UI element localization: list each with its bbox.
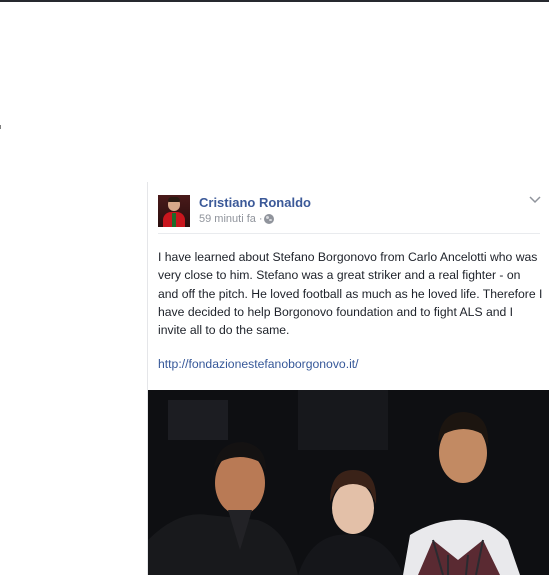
header-divider [158, 233, 540, 234]
top-bar [0, 0, 549, 2]
post-body-text: I have learned about Stefano Borgonovo f… [158, 250, 543, 338]
timestamp-link[interactable]: 59 minuti fa [199, 213, 256, 225]
chevron-down-icon[interactable] [528, 193, 542, 207]
post-photo[interactable] [148, 390, 549, 575]
avatar[interactable] [158, 195, 190, 227]
window-edge-mark [0, 125, 1, 129]
foundation-link[interactable]: http://fondazionestefanoborgonovo.it/ [158, 357, 359, 371]
facebook-post: Cristiano Ronaldo 59 minuti fa · I have l… [147, 182, 549, 575]
author-name-link[interactable]: Cristiano Ronaldo [199, 195, 311, 210]
meta-separator: · [258, 213, 263, 225]
globe-icon[interactable] [264, 214, 274, 224]
post-meta: 59 minuti fa · [199, 213, 274, 225]
